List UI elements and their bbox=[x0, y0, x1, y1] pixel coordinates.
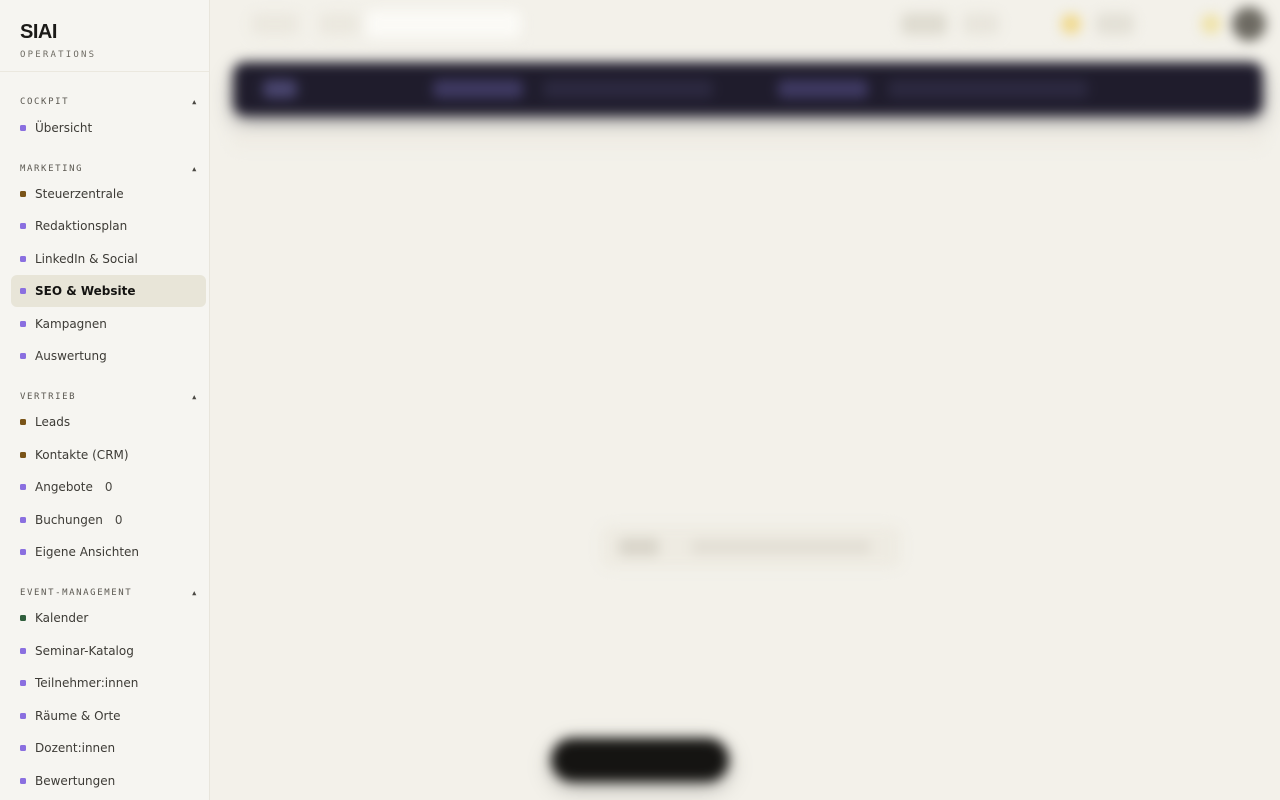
count-badge: 0 bbox=[114, 513, 123, 527]
sidebar-item-kampagnen[interactable]: Kampagnen bbox=[11, 308, 206, 340]
avatar[interactable] bbox=[1232, 7, 1266, 41]
square-dot-icon bbox=[20, 288, 26, 294]
square-dot-icon bbox=[20, 452, 26, 458]
section-heading: EVENT-MANAGEMENT bbox=[20, 588, 133, 598]
sidebar-item-eigene-ansichten[interactable]: Eigene Ansichten bbox=[11, 536, 206, 568]
chevron-up-icon[interactable]: ▲ bbox=[192, 393, 198, 401]
section-heading: VERTRIEB bbox=[20, 392, 77, 402]
section-marketing: MARKETING ▲ bbox=[0, 162, 209, 176]
banner-chip bbox=[433, 80, 523, 98]
sidebar-item-label: SEO & Website bbox=[35, 284, 136, 298]
square-dot-icon bbox=[20, 648, 26, 654]
main-content-blurred bbox=[211, 0, 1280, 800]
topbar-element bbox=[1096, 13, 1134, 35]
sidebar: SIAI OPERATIONS COCKPIT ▲ Übersicht MARK… bbox=[0, 0, 210, 800]
section-header-event-management[interactable]: EVENT-MANAGEMENT ▲ bbox=[0, 586, 209, 600]
topbar-element bbox=[901, 13, 947, 35]
square-dot-icon bbox=[20, 353, 26, 359]
empty-state bbox=[601, 526, 901, 568]
square-dot-icon bbox=[20, 321, 26, 327]
sidebar-item-redaktionsplan[interactable]: Redaktionsplan bbox=[11, 210, 206, 242]
subheader-strip bbox=[233, 130, 1263, 148]
search-input[interactable] bbox=[366, 10, 521, 38]
sidebar-item-kontakte-crm[interactable]: Kontakte (CRM) bbox=[11, 439, 206, 471]
square-dot-icon bbox=[20, 549, 26, 555]
square-dot-icon bbox=[20, 191, 26, 197]
sidebar-item-seo-website[interactable]: SEO & Website bbox=[11, 275, 206, 307]
topbar bbox=[211, 0, 1280, 48]
sidebar-item-label: Bewertungen bbox=[35, 774, 116, 788]
square-dot-icon bbox=[20, 745, 26, 751]
section-event-management: EVENT-MANAGEMENT ▲ bbox=[0, 586, 209, 600]
section-header-cockpit[interactable]: COCKPIT ▲ bbox=[0, 95, 209, 109]
sidebar-item-label: Teilnehmer:innen bbox=[35, 676, 139, 690]
sidebar-item-label: LinkedIn & Social bbox=[35, 252, 138, 266]
status-icon bbox=[1201, 14, 1221, 34]
sidebar-item-linkedin-social[interactable]: LinkedIn & Social bbox=[11, 243, 206, 275]
sidebar-item-teilnehmerinnen[interactable]: Teilnehmer:innen bbox=[11, 667, 206, 699]
section-cockpit: COCKPIT ▲ bbox=[0, 95, 209, 109]
empty-state-badge bbox=[619, 538, 659, 556]
chevron-up-icon[interactable]: ▲ bbox=[192, 589, 198, 597]
topbar-element bbox=[251, 13, 299, 35]
banner bbox=[233, 62, 1263, 116]
sidebar-item-label: Leads bbox=[35, 415, 71, 429]
square-dot-icon bbox=[20, 419, 26, 425]
square-dot-icon bbox=[20, 484, 26, 490]
topbar-element bbox=[319, 13, 359, 35]
sidebar-item-label: Buchungen bbox=[35, 513, 103, 527]
topbar-element bbox=[963, 13, 999, 35]
blur-overlay bbox=[211, 0, 1280, 800]
square-dot-icon bbox=[20, 778, 26, 784]
banner-chip bbox=[263, 80, 297, 98]
sidebar-item-uebersicht[interactable]: Übersicht bbox=[11, 112, 206, 144]
count-badge: 0 bbox=[104, 480, 113, 494]
section-header-vertrieb[interactable]: VERTRIEB ▲ bbox=[0, 390, 209, 404]
sidebar-item-dozentinnen[interactable]: Dozent:innen bbox=[11, 732, 206, 764]
brand: SIAI OPERATIONS bbox=[0, 0, 209, 72]
square-dot-icon bbox=[20, 713, 26, 719]
square-dot-icon bbox=[20, 680, 26, 686]
sidebar-item-label: Übersicht bbox=[35, 121, 93, 135]
sidebar-item-angebote[interactable]: Angebote 0 bbox=[11, 471, 206, 503]
square-dot-icon bbox=[20, 615, 26, 621]
sidebar-item-raeume-orte[interactable]: Räume & Orte bbox=[11, 700, 206, 732]
section-vertrieb: VERTRIEB ▲ bbox=[0, 390, 209, 404]
sidebar-item-label: Eigene Ansichten bbox=[35, 545, 140, 559]
section-header-marketing[interactable]: MARKETING ▲ bbox=[0, 162, 209, 176]
brand-title[interactable]: SIAI bbox=[20, 22, 189, 42]
sidebar-item-leads[interactable]: Leads bbox=[11, 406, 206, 438]
sidebar-item-label: Seminar-Katalog bbox=[35, 644, 134, 658]
banner-chip bbox=[778, 80, 868, 98]
section-heading: COCKPIT bbox=[20, 97, 70, 107]
sidebar-item-label: Steuerzentrale bbox=[35, 187, 124, 201]
sidebar-item-label: Angebote bbox=[35, 480, 93, 494]
sidebar-item-label: Kampagnen bbox=[35, 317, 107, 331]
sidebar-item-label: Auswertung bbox=[35, 349, 107, 363]
sidebar-item-steuerzentrale[interactable]: Steuerzentrale bbox=[11, 178, 206, 210]
sidebar-item-label: Kontakte (CRM) bbox=[35, 448, 129, 462]
banner-chip bbox=[888, 80, 1088, 98]
sidebar-item-buchungen[interactable]: Buchungen 0 bbox=[11, 504, 206, 536]
section-heading: MARKETING bbox=[20, 164, 84, 174]
floating-action-button[interactable] bbox=[551, 738, 729, 782]
empty-state-text bbox=[691, 540, 871, 554]
status-icon bbox=[1061, 14, 1081, 34]
banner-chip bbox=[543, 80, 713, 98]
brand-subtitle: OPERATIONS bbox=[20, 50, 97, 60]
sidebar-item-seminar-katalog[interactable]: Seminar-Katalog bbox=[11, 635, 206, 667]
square-dot-icon bbox=[20, 256, 26, 262]
sidebar-item-label: Redaktionsplan bbox=[35, 219, 128, 233]
sidebar-item-label: Räume & Orte bbox=[35, 709, 121, 723]
chevron-up-icon[interactable]: ▲ bbox=[192, 165, 198, 173]
square-dot-icon bbox=[20, 223, 26, 229]
sidebar-item-bewertungen[interactable]: Bewertungen bbox=[11, 765, 206, 797]
sidebar-item-kalender[interactable]: Kalender bbox=[11, 602, 206, 634]
sidebar-item-label: Dozent:innen bbox=[35, 741, 116, 755]
sidebar-item-auswertung[interactable]: Auswertung bbox=[11, 340, 206, 372]
square-dot-icon bbox=[20, 125, 26, 131]
square-dot-icon bbox=[20, 517, 26, 523]
chevron-up-icon[interactable]: ▲ bbox=[192, 98, 198, 106]
sidebar-item-label: Kalender bbox=[35, 611, 89, 625]
